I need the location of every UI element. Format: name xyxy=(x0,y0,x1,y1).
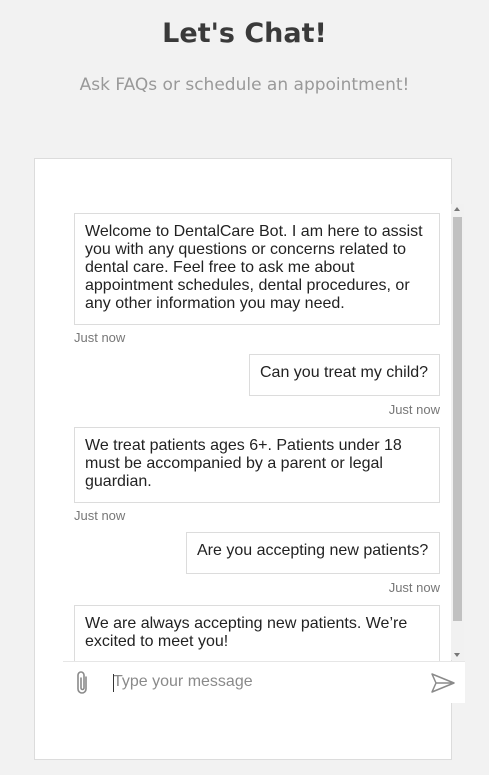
message-timestamp: Just now xyxy=(388,402,440,417)
bot-message: We treat patients ages 6+. Patients unde… xyxy=(74,427,440,503)
page-title: Let's Chat! xyxy=(162,18,327,49)
message-timestamp: Just now xyxy=(74,330,126,345)
message-scrollbar[interactable] xyxy=(451,204,464,660)
message-timestamp: Just now xyxy=(74,508,126,523)
scroll-up-arrow-icon[interactable] xyxy=(454,207,460,211)
bot-message: We are always accepting new patients. We… xyxy=(74,605,440,661)
scroll-down-arrow-icon[interactable] xyxy=(454,653,460,657)
user-message: Can you treat my child? xyxy=(249,354,440,396)
bot-message: Welcome to DentalCare Bot. I am here to … xyxy=(74,213,440,325)
text-caret xyxy=(113,674,114,692)
paperclip-icon[interactable] xyxy=(74,670,92,696)
scrollbar-thumb[interactable] xyxy=(453,217,462,621)
message-timestamp: Just now xyxy=(388,580,440,595)
message-list: Welcome to DentalCare Bot. I am here to … xyxy=(74,209,440,661)
message-composer xyxy=(63,661,465,703)
page-subtitle: Ask FAQs or schedule an appointment! xyxy=(79,75,410,95)
send-icon[interactable] xyxy=(430,672,456,694)
message-input[interactable] xyxy=(113,666,413,698)
user-message: Are you accepting new patients? xyxy=(186,532,440,574)
